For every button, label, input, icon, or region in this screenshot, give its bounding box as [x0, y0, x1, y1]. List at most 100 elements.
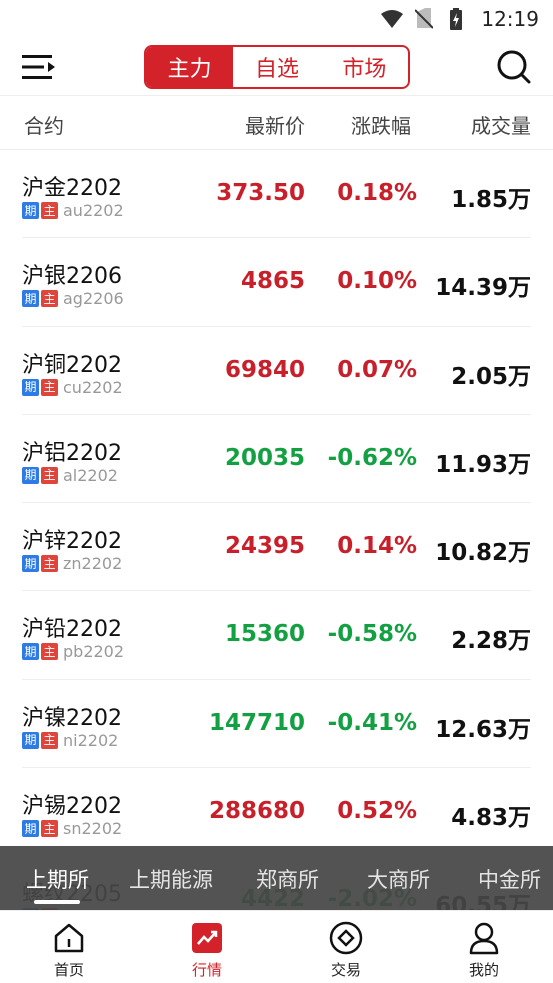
- volume: 2.28万: [451, 628, 531, 655]
- main-contract-tag: 主: [41, 820, 58, 838]
- change-percent: -0.41%: [327, 709, 417, 736]
- latest-price: 24395: [224, 533, 305, 560]
- exchange-tab-czce[interactable]: 郑商所: [256, 864, 319, 894]
- contract-code: cu2202: [63, 377, 123, 397]
- latest-price: 69840: [224, 356, 305, 383]
- nav-market[interactable]: 行情: [167, 921, 247, 980]
- main-contract-tag: 主: [41, 290, 58, 308]
- nav-trade[interactable]: 交易: [306, 921, 386, 980]
- exchange-tab-cffex[interactable]: 中金所: [478, 864, 541, 894]
- contract-name: 沪锌2202: [22, 529, 122, 555]
- contract-code: ni2202: [63, 730, 119, 750]
- nav-profile-label: 我的: [468, 961, 499, 979]
- contract-tags: 期主 ag2206: [22, 289, 124, 308]
- home-icon: [52, 921, 86, 955]
- profile-icon: [467, 921, 501, 955]
- nav-home-label: 首页: [53, 961, 84, 979]
- contract-tags: 期主 al2202: [22, 466, 118, 485]
- futures-tag: 期: [22, 820, 39, 838]
- change-percent: 0.10%: [337, 268, 417, 295]
- contract-name: 沪镍2202: [22, 705, 122, 731]
- futures-tag: 期: [22, 466, 39, 484]
- contract-code: al2202: [63, 465, 118, 485]
- exchange-tab-ine[interactable]: 上期能源: [129, 864, 213, 894]
- column-price[interactable]: 最新价: [245, 110, 305, 139]
- market-chart-icon: [190, 921, 224, 955]
- contract-name: 沪铜2202: [22, 352, 122, 378]
- change-percent: -0.58%: [327, 621, 417, 648]
- column-header: 合约 最新价 涨跌幅 成交量: [0, 96, 553, 150]
- search-button[interactable]: [495, 48, 533, 86]
- table-row[interactable]: 沪银2206 期主 ag2206 4865 0.10% 14.39万: [22, 238, 531, 327]
- active-exchange-indicator: [34, 900, 80, 904]
- futures-tag: 期: [22, 378, 39, 396]
- status-time: 12:19: [481, 7, 539, 31]
- futures-tag: 期: [22, 290, 39, 308]
- table-row[interactable]: 沪金2202 期主 au2202 373.50 0.18% 1.85万: [22, 150, 531, 239]
- column-volume[interactable]: 成交量: [471, 110, 531, 139]
- nav-market-label: 行情: [191, 961, 222, 979]
- contract-name: 沪铝2202: [22, 440, 122, 466]
- contract-tags: 期主 au2202: [22, 201, 124, 220]
- change-percent: 0.07%: [337, 356, 417, 383]
- menu-button[interactable]: [20, 50, 58, 84]
- contract-code: sn2202: [63, 819, 123, 839]
- column-contract[interactable]: 合约: [24, 110, 64, 139]
- nav-home[interactable]: 首页: [29, 921, 109, 980]
- table-row[interactable]: 沪铅2202 期主 pb2202 15360 -0.58% 2.28万: [22, 591, 531, 680]
- table-row[interactable]: 沪锡2202 期主 sn2202 288680 0.52% 4.83万: [22, 768, 531, 857]
- latest-price: 4865: [240, 268, 305, 295]
- tab-market[interactable]: 市场: [321, 47, 408, 87]
- view-segmented-control: 主力 自选 市场: [144, 45, 410, 89]
- quote-list: 沪金2202 期主 au2202 373.50 0.18% 1.85万 沪银2206 期主 ag…: [0, 150, 553, 945]
- exchange-tab-bar: 上期所 上期能源 郑商所 大商所 中金所: [0, 846, 553, 910]
- table-row[interactable]: 沪镍2202 期主 ni2202 147710 -0.41% 12.63万: [22, 680, 531, 769]
- change-percent: 0.14%: [337, 533, 417, 560]
- tab-watchlist[interactable]: 自选: [233, 47, 320, 87]
- change-percent: -0.62%: [327, 444, 417, 471]
- wifi-icon: [381, 8, 404, 30]
- search-icon: [497, 50, 531, 84]
- latest-price: 288680: [208, 798, 305, 825]
- change-percent: 0.18%: [337, 180, 417, 206]
- table-row[interactable]: 沪铝2202 期主 al2202 20035 -0.62% 11.93万: [22, 415, 531, 504]
- volume: 1.85万: [451, 187, 531, 213]
- main-contract-tag: 主: [41, 202, 58, 219]
- table-row[interactable]: 沪铜2202 期主 cu2202 69840 0.07% 2.05万: [22, 327, 531, 415]
- battery-charging-icon: [445, 8, 467, 30]
- menu-icon: [22, 55, 55, 79]
- contract-tags: 期主 zn2202: [22, 554, 122, 573]
- contract-tags: 期主 cu2202: [22, 378, 123, 397]
- contract-code: zn2202: [63, 554, 123, 574]
- contract-tags: 期主 pb2202: [22, 642, 124, 661]
- latest-price: 20035: [224, 444, 305, 471]
- top-bar: 主力 自选 市场: [0, 38, 553, 96]
- nav-profile[interactable]: 我的: [444, 921, 524, 980]
- table-row[interactable]: 沪锌2202 期主 zn2202 24395 0.14% 10.82万: [22, 503, 531, 592]
- exchange-tab-dce[interactable]: 大商所: [367, 864, 430, 894]
- contract-name: 沪铅2202: [22, 617, 122, 643]
- main-contract-tag: 主: [41, 643, 58, 661]
- column-change[interactable]: 涨跌幅: [351, 110, 411, 139]
- exchange-tab-shfe[interactable]: 上期所: [26, 864, 89, 894]
- contract-code: au2202: [63, 201, 124, 220]
- trade-icon: [329, 921, 363, 955]
- latest-price: 147710: [208, 709, 305, 736]
- no-sim-icon: [413, 8, 435, 30]
- contract-name: 沪金2202: [22, 176, 122, 201]
- nav-trade-label: 交易: [330, 961, 361, 979]
- volume: 14.39万: [435, 275, 531, 302]
- main-contract-tag: 主: [41, 466, 58, 484]
- main-contract-tag: 主: [41, 555, 58, 573]
- status-bar: 12:19: [0, 0, 553, 38]
- contract-code: pb2202: [63, 642, 125, 662]
- change-percent: 0.52%: [337, 798, 417, 825]
- contract-code: ag2206: [63, 289, 124, 309]
- contract-name: 沪银2206: [22, 264, 122, 290]
- contract-name: 沪锡2202: [22, 794, 122, 820]
- volume: 4.83万: [451, 805, 531, 832]
- bottom-nav: 首页 行情 交易 我的: [0, 910, 553, 983]
- futures-tag: 期: [22, 202, 39, 219]
- latest-price: 373.50: [216, 180, 305, 206]
- tab-main-contracts[interactable]: 主力: [146, 47, 234, 87]
